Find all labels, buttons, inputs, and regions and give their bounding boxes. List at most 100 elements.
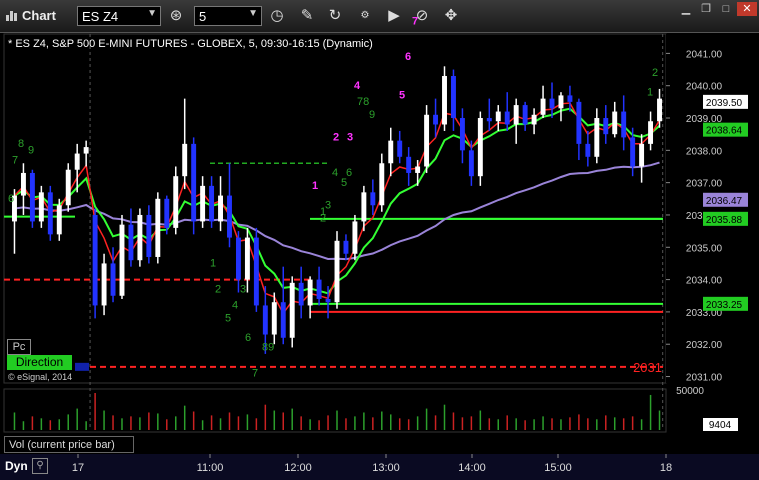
candle-body [209, 185, 215, 222]
candle-body [307, 279, 313, 306]
candle-body [235, 237, 241, 280]
candle-body [451, 76, 456, 119]
time-tick-label: 11:00 [197, 462, 224, 474]
count-label: 2 [333, 132, 339, 144]
count-label: 2 [215, 284, 221, 296]
volume-frame [3, 388, 667, 433]
candle-body [182, 143, 188, 177]
count-label: 7 [252, 368, 258, 380]
candle-body [334, 240, 340, 303]
candle-body [146, 214, 152, 257]
level-2031-label: 2031 [633, 360, 662, 375]
time-tick-label: 18 [660, 462, 672, 474]
price-tick-label: 2032.00 [686, 340, 723, 351]
candle-body [289, 282, 295, 338]
candle-body [540, 98, 546, 115]
count-label: 89 [262, 342, 274, 354]
candle-body [558, 95, 564, 109]
price-flag-label: 2036.47 [706, 196, 743, 207]
candle-body [253, 237, 259, 306]
candle-body [262, 305, 268, 335]
candle-body [298, 282, 304, 306]
candle-body [415, 166, 421, 173]
candle-body [110, 263, 116, 296]
candle-body [47, 192, 53, 235]
price-flag-label: 2033.25 [706, 300, 743, 311]
count-label: 78 [357, 96, 369, 108]
candle-body [173, 176, 179, 228]
candle-body [468, 150, 474, 177]
count-label: 3 [325, 200, 331, 212]
price-tick-label: 2034.00 [686, 276, 723, 287]
copyright: © eSignal, 2014 [8, 372, 73, 382]
count-label: 4 [232, 300, 238, 312]
candle-body [119, 224, 125, 296]
candle-body [379, 163, 385, 206]
count-label: 7 [12, 154, 18, 166]
candle-body [594, 118, 600, 157]
count-label: 9 [369, 109, 375, 121]
dyn-label[interactable]: Dyn [5, 459, 28, 473]
price-tick-label: 2038.00 [686, 146, 723, 157]
time-tick-label: 12:00 [284, 462, 312, 474]
volume-label[interactable]: Vol (current price bar) [4, 436, 134, 453]
time-tick-label: 14:00 [458, 462, 486, 474]
candle-body [567, 95, 573, 102]
direction-label[interactable]: Direction [7, 355, 72, 370]
candle-body [495, 111, 501, 122]
candle-body [191, 143, 197, 222]
candle-body [424, 114, 430, 167]
count-label: 7 [412, 15, 418, 27]
candle-body [648, 121, 654, 144]
count-label: 2 [652, 67, 658, 79]
price-tick-label: 2037.00 [686, 179, 723, 190]
count-label: 4 [354, 80, 361, 92]
candle-body [343, 240, 349, 254]
count-label: 6 [346, 167, 352, 179]
count-label: 6 [405, 51, 411, 63]
candle-body [65, 169, 71, 206]
count-label: 6 [245, 332, 251, 344]
candle-body [477, 118, 483, 177]
candle-body [397, 140, 403, 157]
count-label: 9 [28, 145, 34, 157]
candle-body [38, 192, 44, 222]
direction-marker [75, 362, 89, 371]
time-tick-label: 13:00 [372, 462, 400, 474]
price-chart[interactable]: 2041.002040.002039.002038.002037.002036.… [0, 0, 759, 480]
time-tick-label: 15:00 [544, 462, 572, 474]
candle-body [244, 237, 250, 280]
candle-body [370, 192, 376, 206]
price-tick-label: 2031.00 [686, 373, 723, 384]
count-label: 6 [8, 193, 14, 205]
price-tick-label: 2041.00 [686, 49, 723, 60]
candle-body [603, 118, 609, 135]
candle-body [361, 192, 367, 222]
candle-body [549, 98, 555, 109]
candle-body [280, 302, 286, 338]
count-label: 4 [332, 167, 338, 179]
volume-flag-label: 9404 [709, 420, 732, 431]
candle-body [388, 140, 394, 164]
candle-body [56, 205, 62, 235]
candle-body [621, 111, 627, 138]
candle-body [352, 221, 358, 254]
candle-body [200, 185, 206, 222]
candle-body [83, 147, 89, 154]
price-tick-label: 2040.00 [686, 82, 723, 93]
pc-label[interactable]: Pc [7, 339, 31, 355]
candle-body [522, 105, 528, 125]
candle-body [155, 198, 161, 257]
lock-icon[interactable]: ⚲ [32, 458, 48, 474]
count-label: 8 [18, 138, 24, 150]
price-flag-label: 2035.88 [706, 215, 743, 226]
candle-body [316, 279, 322, 299]
candle-body [74, 153, 80, 170]
candle-body [164, 198, 170, 228]
plot-frame [3, 33, 667, 384]
candle-body [218, 195, 223, 222]
candle-body [137, 214, 143, 261]
count-label: 3 [240, 284, 246, 296]
count-label: 2 [320, 212, 326, 224]
candle-body [585, 143, 591, 157]
